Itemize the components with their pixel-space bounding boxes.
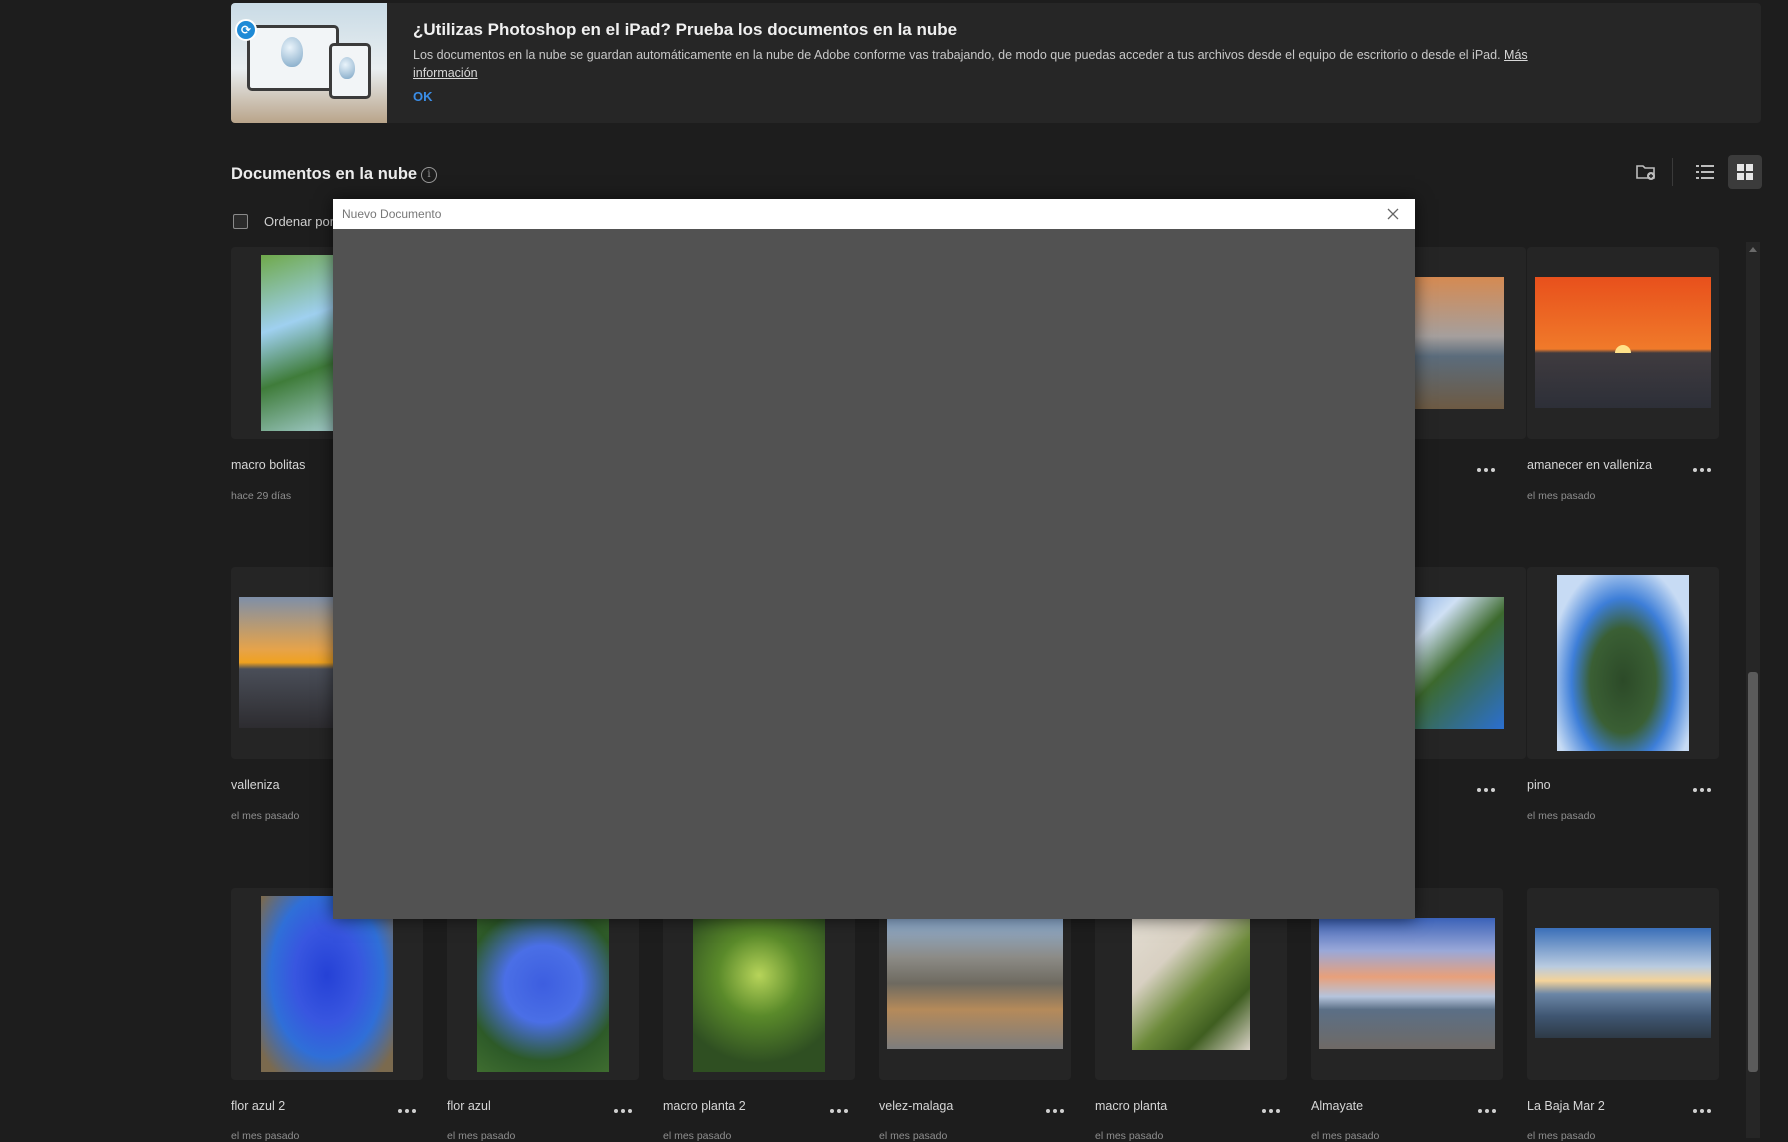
more-options-icon[interactable] bbox=[397, 1106, 419, 1116]
document-date: el mes pasado bbox=[1527, 810, 1596, 822]
document-name: velez-malaga bbox=[879, 1099, 954, 1113]
info-icon[interactable]: i bbox=[421, 167, 437, 183]
document-thumbnail bbox=[1557, 575, 1689, 751]
scroll-up-arrow[interactable] bbox=[1749, 247, 1757, 252]
document-thumbnail bbox=[261, 896, 393, 1072]
sort-label[interactable]: Ordenar por bbox=[264, 214, 334, 229]
grid-view-icon[interactable] bbox=[1728, 155, 1762, 189]
dialog-titlebar[interactable]: Nuevo Documento bbox=[333, 199, 1415, 229]
more-options-icon[interactable] bbox=[1692, 465, 1714, 475]
sync-icon: ⟳ bbox=[235, 19, 257, 41]
banner-illustration: ⟳ bbox=[231, 3, 387, 123]
new-folder-icon[interactable] bbox=[1634, 160, 1658, 184]
more-options-icon[interactable] bbox=[1692, 785, 1714, 795]
document-date: el mes pasado bbox=[231, 1130, 300, 1142]
document-card[interactable] bbox=[1527, 567, 1719, 759]
dialog-title: Nuevo Documento bbox=[342, 207, 442, 221]
document-name: valleniza bbox=[231, 778, 280, 792]
document-date: el mes pasado bbox=[879, 1130, 948, 1142]
more-options-icon[interactable] bbox=[1045, 1106, 1067, 1116]
document-name: flor azul 2 bbox=[231, 1099, 286, 1113]
more-options-icon[interactable] bbox=[613, 1106, 635, 1116]
banner-body-text: Los documentos en la nube se guardan aut… bbox=[413, 48, 1501, 62]
document-thumbnail bbox=[1319, 918, 1495, 1049]
more-options-icon[interactable] bbox=[1476, 785, 1498, 795]
more-options-icon[interactable] bbox=[1261, 1106, 1283, 1116]
new-document-dialog: Nuevo Documento bbox=[333, 199, 1415, 919]
document-date: el mes pasado bbox=[231, 810, 300, 822]
document-name: pino bbox=[1527, 778, 1551, 792]
document-card[interactable] bbox=[1527, 247, 1719, 439]
document-thumbnail bbox=[887, 918, 1063, 1049]
document-name: macro bolitas bbox=[231, 458, 306, 472]
document-date: hace 29 días bbox=[231, 490, 292, 502]
document-date: el mes pasado bbox=[447, 1130, 516, 1142]
balloon-graphic-small bbox=[339, 57, 355, 79]
document-thumbnail bbox=[1535, 928, 1711, 1038]
document-date: el mes pasado bbox=[1527, 490, 1596, 502]
banner-ok-button[interactable]: OK bbox=[413, 89, 433, 104]
document-name: La Baja Mar 2 bbox=[1527, 1099, 1605, 1113]
more-options-icon[interactable] bbox=[829, 1106, 851, 1116]
more-options-icon[interactable] bbox=[1692, 1106, 1714, 1116]
banner-body: Los documentos en la nube se guardan aut… bbox=[413, 46, 1543, 82]
close-icon[interactable] bbox=[1384, 205, 1402, 223]
document-name: macro planta bbox=[1095, 1099, 1168, 1113]
document-card[interactable] bbox=[1527, 888, 1719, 1080]
document-name: flor azul bbox=[447, 1099, 491, 1113]
list-view-icon[interactable] bbox=[1693, 160, 1717, 184]
scrollbar-thumb[interactable] bbox=[1748, 672, 1758, 1072]
document-thumbnail bbox=[1132, 918, 1250, 1050]
document-thumbnail bbox=[477, 896, 609, 1072]
toolbar-divider bbox=[1672, 158, 1673, 186]
banner-title: ¿Utilizas Photoshop en el iPad? Prueba l… bbox=[413, 20, 958, 39]
document-name: macro planta 2 bbox=[663, 1099, 746, 1113]
document-thumbnail bbox=[693, 896, 825, 1072]
select-all-checkbox[interactable] bbox=[233, 214, 248, 229]
more-options-icon[interactable] bbox=[1476, 465, 1498, 475]
more-options-icon[interactable] bbox=[1477, 1106, 1499, 1116]
document-thumbnail bbox=[1535, 277, 1711, 408]
document-date: el mes pasado bbox=[1095, 1130, 1164, 1142]
document-name: amanecer en valleniza bbox=[1527, 458, 1653, 472]
section-title: Documentos en la nube bbox=[231, 165, 418, 183]
document-date: el mes pasado bbox=[663, 1130, 732, 1142]
balloon-graphic bbox=[281, 37, 303, 67]
document-date: el mes pasado bbox=[1311, 1130, 1380, 1142]
cloud-docs-banner: ⟳ ¿Utilizas Photoshop en el iPad? Prueba… bbox=[231, 3, 1761, 123]
document-name: Almayate bbox=[1311, 1099, 1364, 1113]
document-date: el mes pasado bbox=[1527, 1130, 1596, 1142]
